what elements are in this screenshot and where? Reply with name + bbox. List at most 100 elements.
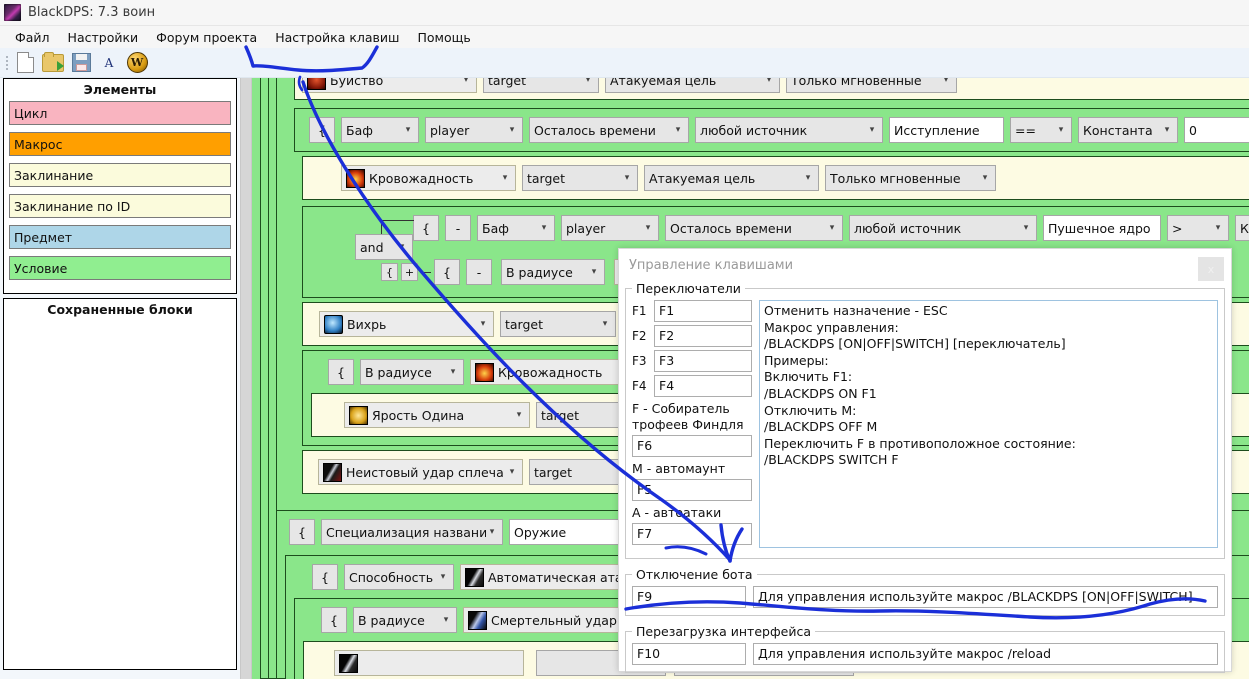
spell-select[interactable]: Неистовый удар сплеча ▾ xyxy=(318,459,523,485)
new-file-button[interactable] xyxy=(12,51,38,75)
reload-ui-key-input[interactable]: F10 xyxy=(632,643,746,665)
instant-only-select[interactable]: Только мгновенные ▾ xyxy=(786,78,957,93)
ability-select[interactable]: Способность ▾ xyxy=(344,564,454,590)
saved-blocks-panel[interactable]: Сохраненные блоки xyxy=(3,298,237,670)
instant-only-select[interactable]: Только мгновенные ▾ xyxy=(825,165,996,191)
table-row: { Специализация название ▾ Оружие xyxy=(289,519,634,545)
element-spell[interactable]: Заклинание xyxy=(9,163,231,187)
toolbar-grip[interactable] xyxy=(4,54,10,72)
switchers-body: F1 F1 F2 F2 F3 F3 F4 F4 F - Собиратель т… xyxy=(632,300,1218,548)
open-file-icon xyxy=(42,51,64,72)
save-file-button[interactable] xyxy=(68,51,94,75)
spell-select[interactable]: Кровожадность ▾ xyxy=(341,165,516,191)
source-select[interactable]: любой источник ▾ xyxy=(849,215,1037,241)
open-brace-button[interactable]: { xyxy=(413,215,439,241)
value-kind-select[interactable]: Константа ▾ xyxy=(1235,215,1249,241)
block-spell-buistvo[interactable]: Буйство ▾ target ▾ Атакуемая цель ▾ Толь… xyxy=(294,78,1249,100)
radius-select[interactable]: В радиусе ▾ xyxy=(501,259,605,285)
spell-select[interactable]: Вихрь ▾ xyxy=(319,311,494,337)
spell-select[interactable]: Смертельный удар ▾ xyxy=(463,607,638,633)
chevron-down-icon: ▾ xyxy=(1058,125,1064,135)
help-line: Включить F1: xyxy=(764,369,853,385)
open-brace-button[interactable]: { xyxy=(328,359,354,385)
buff-type-select[interactable]: Баф ▾ xyxy=(477,215,555,241)
buff-name-input[interactable]: Исступление xyxy=(889,117,1004,143)
table-row: Неистовый удар сплеча ▾ target ▾ xyxy=(318,459,645,485)
reload-ui-hint-input[interactable]: Для управления используйте макрос /reloa… xyxy=(753,643,1218,665)
open-brace-button[interactable]: { xyxy=(434,259,460,285)
open-brace-button[interactable]: { xyxy=(289,519,315,545)
table-row: Кровожадность ▾ target ▾ Атакуемая цель … xyxy=(341,165,996,191)
open-brace-button[interactable]: { xyxy=(312,564,338,590)
font-button[interactable]: A xyxy=(96,51,122,75)
open-file-button[interactable] xyxy=(40,51,66,75)
bot-off-hint-input[interactable]: Для управления используйте макрос /BLACK… xyxy=(753,586,1218,608)
spec-value-input[interactable]: Оружие xyxy=(509,519,634,545)
spell-select[interactable]: Ярость Одина ▾ xyxy=(344,402,530,428)
unit-select[interactable]: player ▾ xyxy=(561,215,659,241)
logic-operator-select[interactable]: and ▾ xyxy=(355,234,413,260)
open-brace-button[interactable]: { xyxy=(321,607,347,633)
reload-ui-row: F10 Для управления используйте макрос /r… xyxy=(632,643,1218,665)
attack-target-select[interactable]: Атакуемая цель ▾ xyxy=(644,165,819,191)
close-icon[interactable]: x xyxy=(1198,257,1224,281)
element-spell-by-id[interactable]: Заклинание по ID xyxy=(9,194,231,218)
property-select[interactable]: Осталось времени ▾ xyxy=(665,215,843,241)
radius-select[interactable]: В радиусе ▾ xyxy=(360,359,464,385)
key-management-dialog[interactable]: Управление клавишами x Переключатели F1 … xyxy=(618,248,1232,673)
chevron-down-icon: ▾ xyxy=(405,125,411,135)
list-item: F3 F3 xyxy=(632,350,752,372)
chevron-down-icon: ▾ xyxy=(943,78,949,85)
menu-item-help[interactable]: Помощь xyxy=(408,28,479,47)
wow-button[interactable]: W xyxy=(124,51,150,75)
macro-help-textarea[interactable]: Отменить назначение - ESC Макрос управле… xyxy=(759,300,1218,548)
key-input-f3[interactable]: F3 xyxy=(654,350,752,372)
key-input-f2[interactable]: F2 xyxy=(654,325,752,347)
help-line: Отключить M: xyxy=(764,402,857,418)
block-condition-isstuplenie[interactable]: { Баф ▾ player ▾ Осталось времени ▾ любо… xyxy=(294,108,1249,152)
open-brace-button[interactable]: { xyxy=(309,117,335,143)
menu-item-forum[interactable]: Форум проекта xyxy=(147,28,266,47)
value-input[interactable]: 0 xyxy=(1184,117,1249,143)
plus-mini-button[interactable]: + xyxy=(401,263,418,281)
value-kind-select[interactable]: Константа ▾ xyxy=(1078,117,1178,143)
attack-target-select[interactable]: Атакуемая цель ▾ xyxy=(605,78,780,93)
bot-off-key-input[interactable]: F9 xyxy=(632,586,746,608)
key-input-f1[interactable]: F1 xyxy=(654,300,752,322)
element-condition[interactable]: Условие xyxy=(9,256,231,280)
canvas-vertical-scrollbar[interactable] xyxy=(240,78,252,679)
target-select[interactable]: target ▾ xyxy=(500,311,616,337)
chevron-down-icon: ▾ xyxy=(480,319,486,329)
buff-type-select[interactable]: Баф ▾ xyxy=(341,117,419,143)
dialog-title: Управление клавишами xyxy=(629,258,794,273)
element-cycle[interactable]: Цикл xyxy=(9,101,231,125)
element-macro[interactable]: Макрос xyxy=(9,132,231,156)
menu-item-key-setup[interactable]: Настройка клавиш xyxy=(266,28,408,47)
operator-select[interactable]: == ▾ xyxy=(1010,117,1072,143)
key-input-findle[interactable]: F6 xyxy=(632,435,752,457)
minus-button[interactable]: - xyxy=(466,259,492,285)
menu-item-file[interactable]: Файл xyxy=(6,28,59,47)
source-select[interactable]: любой источник ▾ xyxy=(695,117,883,143)
element-item[interactable]: Предмет xyxy=(9,225,231,249)
menu-item-settings[interactable]: Настройки xyxy=(59,28,148,47)
key-input-automount[interactable]: F5 xyxy=(632,479,752,501)
radius-select[interactable]: В радиусе ▾ xyxy=(353,607,457,633)
spec-select[interactable]: Специализация название ▾ xyxy=(321,519,503,545)
property-select[interactable]: Осталось времени ▾ xyxy=(529,117,689,143)
key-input-autoattack[interactable]: F7 xyxy=(632,523,752,545)
chevron-down-icon: ▾ xyxy=(440,572,446,582)
minus-button[interactable]: - xyxy=(445,215,471,241)
spell-select[interactable]: Буйство ▾ xyxy=(302,78,477,93)
spell-select[interactable] xyxy=(334,650,524,676)
target-select[interactable]: target ▾ xyxy=(483,78,599,93)
open-brace-mini-button[interactable]: { xyxy=(381,263,398,281)
key-input-f4[interactable]: F4 xyxy=(654,375,752,397)
target-select[interactable]: target ▾ xyxy=(522,165,638,191)
block-spell-krovozhadnost-1[interactable]: Кровожадность ▾ target ▾ Атакуемая цель … xyxy=(302,156,1249,200)
operator-select[interactable]: > ▾ xyxy=(1167,215,1229,241)
unit-select[interactable]: player ▾ xyxy=(425,117,523,143)
scrollbar-thumb[interactable] xyxy=(241,78,251,679)
buff-name-input[interactable]: Пушечное ядро xyxy=(1043,215,1161,241)
spell-icon-krovozhadnost xyxy=(346,168,365,188)
